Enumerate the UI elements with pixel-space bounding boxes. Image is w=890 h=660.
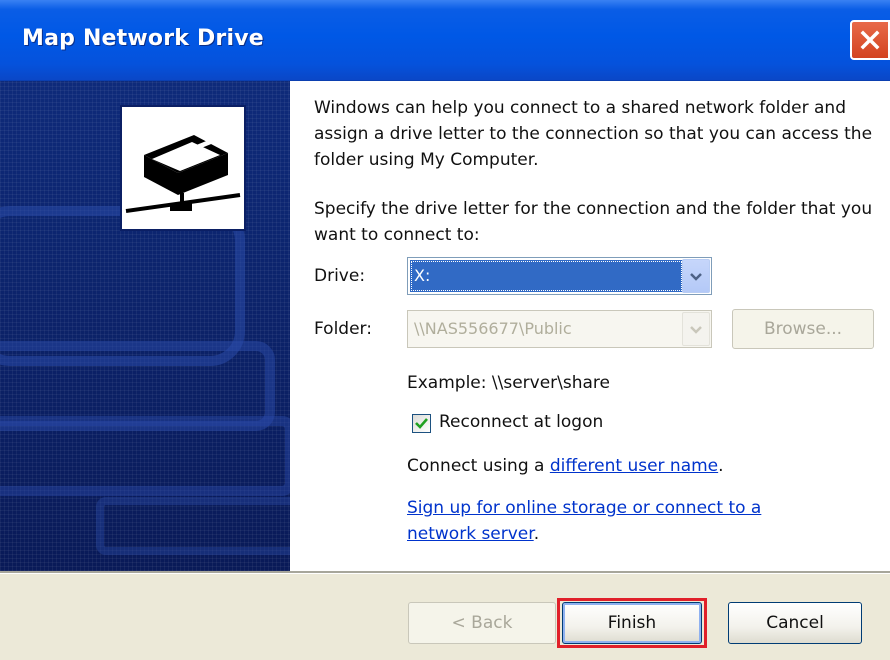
connect-using-text: Connect using a different user name. bbox=[407, 456, 724, 476]
instruction-text: Specify the drive letter for the connect… bbox=[314, 199, 873, 245]
dialog-body: Windows can help you connect to a shared… bbox=[0, 81, 890, 660]
map-network-drive-window: Map Network Drive Windows can help you c… bbox=[0, 0, 890, 660]
network-server-link[interactable]: network server bbox=[407, 524, 534, 544]
dropdown-arrow-icon bbox=[689, 320, 703, 339]
drive-label: Drive: bbox=[314, 266, 366, 286]
drive-dropdown[interactable]: X: bbox=[407, 257, 712, 295]
drive-dropdown-arrow[interactable] bbox=[682, 259, 710, 293]
connect-prefix: Connect using a bbox=[407, 456, 550, 476]
network-drive-icon bbox=[120, 105, 246, 231]
title-bar[interactable]: Map Network Drive bbox=[0, 0, 890, 81]
folder-label: Folder: bbox=[314, 319, 372, 339]
folder-combobox-value: \\NAS556677\Public bbox=[414, 319, 572, 338]
dropdown-arrow-icon bbox=[689, 267, 703, 286]
example-text: Example: \\server\share bbox=[407, 373, 611, 393]
drive-dropdown-value: X: bbox=[410, 260, 683, 292]
browse-button[interactable]: Browse... bbox=[732, 309, 874, 349]
finish-button[interactable]: Finish bbox=[562, 602, 702, 644]
intro-text: Windows can help you connect to a shared… bbox=[314, 98, 873, 170]
folder-combobox[interactable]: \\NAS556677\Public bbox=[407, 310, 712, 348]
button-bar: < Back Finish Cancel bbox=[0, 574, 890, 660]
reconnect-label[interactable]: Reconnect at logon bbox=[439, 412, 603, 432]
signup-link[interactable]: Sign up for online storage or connect to… bbox=[407, 498, 761, 518]
wizard-side-panel bbox=[0, 81, 290, 571]
checkmark-icon bbox=[413, 417, 430, 436]
wizard-content: Windows can help you connect to a shared… bbox=[290, 81, 890, 571]
signup-suffix: . bbox=[533, 524, 540, 544]
different-user-link[interactable]: different user name bbox=[550, 456, 718, 476]
cancel-button[interactable]: Cancel bbox=[728, 602, 862, 644]
close-icon bbox=[859, 29, 881, 51]
folder-dropdown-arrow[interactable] bbox=[682, 312, 710, 346]
connect-suffix: . bbox=[718, 456, 724, 476]
reconnect-checkbox[interactable] bbox=[412, 414, 431, 433]
signup-text: Sign up for online storage or connect to… bbox=[407, 495, 847, 547]
window-title: Map Network Drive bbox=[22, 26, 264, 51]
back-button[interactable]: < Back bbox=[408, 602, 556, 644]
close-button[interactable] bbox=[850, 20, 890, 60]
